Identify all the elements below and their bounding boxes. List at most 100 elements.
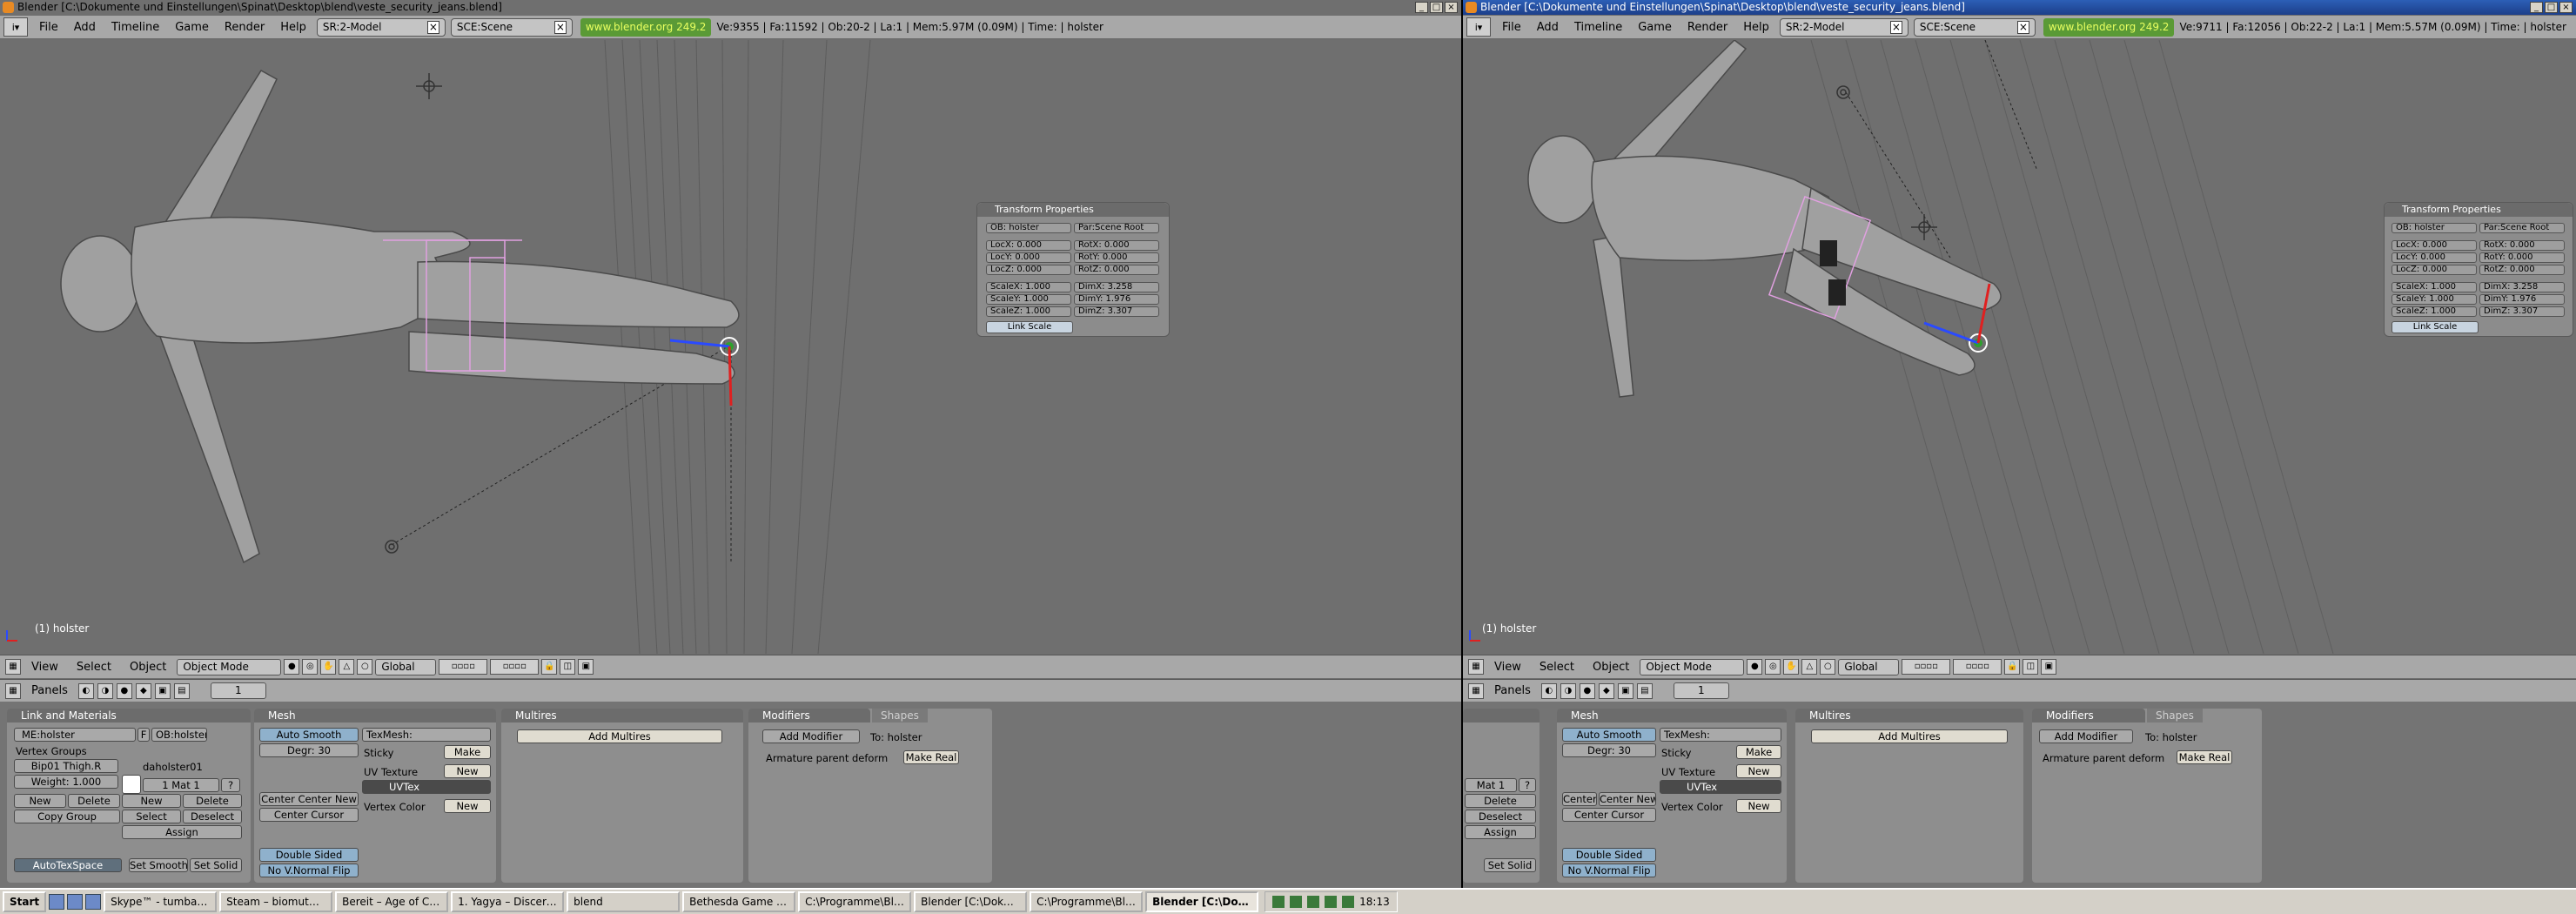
pivot-icon[interactable]: ◎ [302,659,319,675]
scalex-field[interactable]: ScaleX: 1.000 [986,281,1071,292]
modifiers-tab[interactable]: Modifiers [2032,709,2145,722]
pivot-icon[interactable]: ◎ [1765,659,1781,675]
rotate-icon[interactable]: ○ [1820,659,1836,675]
layer-buttons-icon[interactable]: ▫▫▫▫ [490,659,540,675]
make-real-button[interactable]: Make Real [903,750,959,764]
menu-help[interactable]: Help [1735,21,1777,34]
link-scale-button[interactable]: Link Scale [2392,321,2479,333]
close-icon[interactable]: × [553,20,567,34]
info-editor-icon[interactable]: i▾ [1466,17,1491,37]
taskbar-item-active[interactable]: Blender [C:\Dok... [1145,891,1259,912]
degree-field[interactable]: Degr: 30 [259,743,359,757]
object-icon[interactable]: ◆ [135,682,151,699]
3d-viewport[interactable]: Transform Properties OB: holster Par:Scen… [0,40,1461,654]
minimize-icon[interactable]: _ [2530,2,2543,13]
screen-selector[interactable]: SR:2-Model × [316,17,446,37]
scaley-field[interactable]: ScaleY: 1.000 [986,293,1071,305]
close-icon[interactable]: × [1445,2,1458,13]
menu-select[interactable]: Select [1532,661,1582,674]
menu-add[interactable]: Add [1529,21,1566,34]
taskbar-item[interactable]: blend [567,891,681,912]
frame-field[interactable]: 1 [1673,682,1729,699]
orientation-dropdown[interactable]: Global [1838,658,1900,675]
frame-field[interactable]: 1 [210,682,266,699]
locy-field[interactable]: LocY: 0.000 [986,252,1071,263]
double-sided-toggle[interactable]: Double Sided [259,848,359,862]
orientation-dropdown[interactable]: Global [375,658,437,675]
translate-icon[interactable]: △ [339,659,355,675]
menu-timeline[interactable]: Timeline [104,21,167,34]
set-solid-button[interactable]: Set Solid [1484,858,1536,872]
menu-object[interactable]: Object [1585,661,1637,674]
close-icon[interactable]: × [426,20,439,34]
editor-type-icon[interactable]: ▦ [1468,659,1484,675]
mode-dropdown[interactable]: Object Mode [177,658,282,675]
logic-icon[interactable]: ◐ [77,682,94,699]
deselect-material-button[interactable]: Deselect [183,810,242,823]
dimy-field[interactable]: DimY: 1.976 [2479,293,2565,305]
menu-render[interactable]: Render [217,21,272,34]
deselect-material-button[interactable]: Deselect [1465,810,1536,823]
maximize-icon[interactable]: □ [2545,2,2558,13]
fake-user-button[interactable]: F [138,728,150,742]
quicklaunch-icon[interactable] [85,894,102,910]
new-vgroup-button[interactable]: New [14,794,66,808]
shapes-tab[interactable]: Shapes [2147,709,2203,722]
hand-manipulator-icon[interactable]: ✋ [1783,659,1800,675]
scalex-field[interactable]: ScaleX: 1.000 [2392,281,2477,292]
sticky-make-button[interactable]: Make [444,745,491,759]
select-material-button[interactable]: Select [122,810,181,823]
screen-selector[interactable]: SR:2-Model × [1779,17,1909,37]
delete-vgroup-button[interactable]: Delete [68,794,120,808]
close-icon[interactable]: × [2559,2,2573,13]
taskbar-item[interactable]: C:\Programme\Ble... [798,891,912,912]
parent-field[interactable]: Par:Scene Root [1074,222,1159,233]
start-button[interactable]: Start [3,891,47,912]
editor-type-icon[interactable]: ▦ [5,659,21,675]
auto-smooth-toggle[interactable]: Auto Smooth [1562,728,1656,742]
tray-icon[interactable] [1290,896,1303,908]
draw-type-icon[interactable]: ● [1747,659,1763,675]
modifiers-tab[interactable]: Modifiers [748,709,870,722]
object-icon[interactable]: ◆ [1598,682,1614,699]
texmesh-field[interactable]: TexMesh: [362,728,491,742]
roty-field[interactable]: RotY: 0.000 [1074,252,1159,263]
material-index-field[interactable]: Mat 1 [1465,778,1517,792]
rotx-field[interactable]: RotX: 0.000 [2479,239,2565,251]
clock[interactable]: 18:13 [1359,892,1390,911]
script-icon[interactable]: ◑ [97,682,113,699]
material-help-button[interactable]: ? [1519,778,1536,792]
scene-selector[interactable]: SCE:Scene × [450,17,573,37]
editor-type-icon[interactable]: ▦ [1468,682,1484,699]
draw-type-icon[interactable]: ● [284,659,300,675]
logic-icon[interactable]: ◐ [1540,682,1557,699]
editor-type-icon[interactable]: ▦ [5,682,21,699]
blender-url[interactable]: www.blender.org 249.2 [580,17,712,37]
layer-buttons-icon[interactable]: ▫▫▫▫ [1953,659,2002,675]
scene-selector[interactable]: SCE:Scene × [1913,17,2036,37]
quicklaunch-icon[interactable] [49,894,65,910]
taskbar-item[interactable]: 1. Yagya – Discern... [451,891,565,912]
camera-icon[interactable]: ▣ [578,659,594,675]
add-modifier-button[interactable]: Add Modifier [2039,729,2133,743]
delete-material-button[interactable]: Delete [1465,794,1536,808]
menu-help[interactable]: Help [272,21,314,34]
rotx-field[interactable]: RotX: 0.000 [1074,239,1159,251]
menu-add[interactable]: Add [66,21,104,34]
shading-icon[interactable]: ● [1579,682,1595,699]
weight-field[interactable]: Weight: 1.000 [14,775,118,789]
parent-field[interactable]: Par:Scene Root [2479,222,2565,233]
rotz-field[interactable]: RotZ: 0.000 [1074,264,1159,275]
roty-field[interactable]: RotY: 0.000 [2479,252,2565,263]
add-multires-button[interactable]: Add Multires [1811,729,2008,743]
scalez-field[interactable]: ScaleZ: 1.000 [986,306,1071,317]
center-cursor-button[interactable]: Center Cursor [1562,808,1656,822]
double-sided-toggle[interactable]: Double Sided [1562,848,1656,862]
no-vnormal-flip-toggle[interactable]: No V.Normal Flip [259,864,359,877]
object-name-field[interactable]: OB: holster [2392,222,2477,233]
menu-view[interactable]: View [1486,661,1529,674]
vertex-color-new-button[interactable]: New [1736,799,1781,813]
menu-game[interactable]: Game [167,21,217,34]
locz-field[interactable]: LocZ: 0.000 [986,264,1071,275]
close-icon[interactable]: × [2016,20,2029,34]
